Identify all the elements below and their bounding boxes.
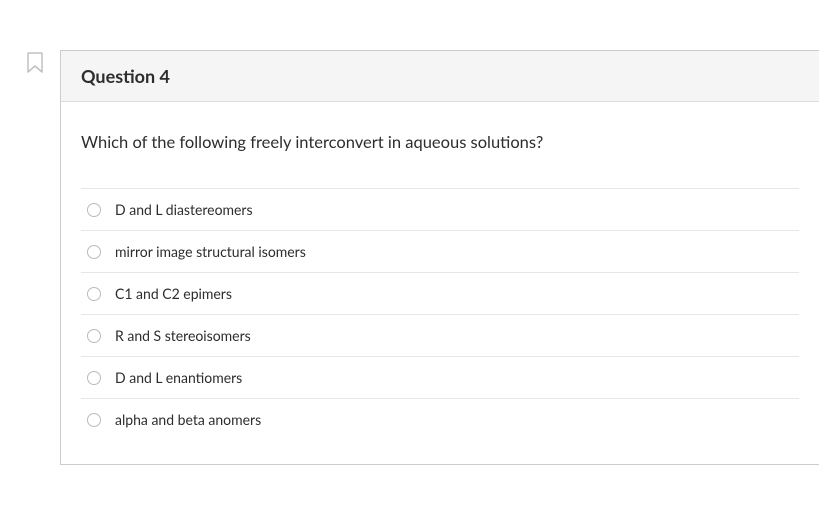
option-label: mirror image structural isomers <box>115 243 306 260</box>
option-label: D and L enantiomers <box>115 369 242 386</box>
question-header: Question 4 <box>61 51 819 102</box>
radio-icon[interactable] <box>87 287 101 301</box>
option-row[interactable]: D and L enantiomers <box>81 356 799 398</box>
radio-icon[interactable] <box>87 371 101 385</box>
radio-icon[interactable] <box>87 203 101 217</box>
question-body: Which of the following freely interconve… <box>61 102 819 464</box>
option-row[interactable]: D and L diastereomers <box>81 188 799 230</box>
option-row[interactable]: R and S stereoisomers <box>81 314 799 356</box>
options-list: D and L diastereomers mirror image struc… <box>81 188 799 440</box>
question-title: Question 4 <box>81 65 799 87</box>
option-row[interactable]: C1 and C2 epimers <box>81 272 799 314</box>
radio-icon[interactable] <box>87 245 101 259</box>
radio-icon[interactable] <box>87 329 101 343</box>
option-row[interactable]: alpha and beta anomers <box>81 398 799 440</box>
flag-column <box>10 50 60 465</box>
quiz-container: Question 4 Which of the following freely… <box>0 0 819 465</box>
option-row[interactable]: mirror image structural isomers <box>81 230 799 272</box>
radio-icon[interactable] <box>87 413 101 427</box>
bookmark-icon[interactable] <box>26 52 44 74</box>
option-label: R and S stereoisomers <box>115 327 251 344</box>
question-prompt: Which of the following freely interconve… <box>81 132 799 152</box>
option-label: D and L diastereomers <box>115 201 253 218</box>
question-card: Question 4 Which of the following freely… <box>60 50 819 465</box>
option-label: C1 and C2 epimers <box>115 285 232 302</box>
option-label: alpha and beta anomers <box>115 411 261 428</box>
